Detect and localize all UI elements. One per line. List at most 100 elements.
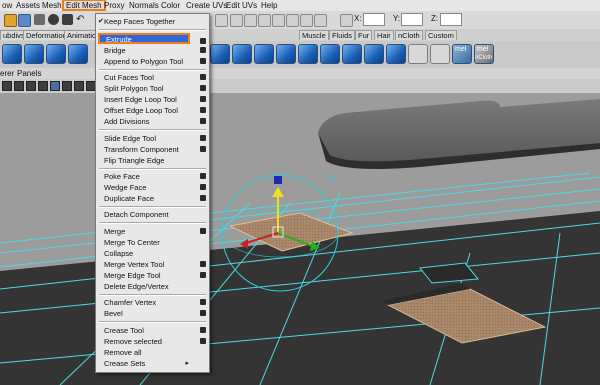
menu-item-slide-edge-tool[interactable]: Slide Edge Tool (96, 133, 209, 144)
merge-icon[interactable] (386, 44, 406, 64)
mel-script-icon[interactable]: mel (452, 44, 472, 64)
checker-icon[interactable] (408, 44, 428, 64)
menu-item-merge[interactable]: Merge (96, 226, 209, 237)
tab-deformation[interactable]: Deformation (23, 30, 70, 40)
input-mode-icon[interactable] (340, 14, 353, 27)
insert-edge-loop-icon[interactable] (364, 44, 384, 64)
menu-help[interactable]: Help (261, 0, 277, 11)
combine-icon[interactable] (210, 44, 230, 64)
option-box-icon[interactable] (200, 195, 206, 201)
option-box-icon[interactable] (200, 146, 206, 152)
separate-icon[interactable] (232, 44, 252, 64)
menu-item-crease-sets[interactable]: Crease Sets ▸ (96, 358, 209, 369)
option-box-icon[interactable] (200, 327, 206, 333)
menu-panels[interactable]: Panels (17, 68, 41, 79)
tab-animation[interactable]: Animatio (64, 30, 100, 40)
tab-fur[interactable]: Fur (355, 30, 373, 40)
menu-item-delete-edge-vertex[interactable]: Delete Edge/Vertex (96, 281, 209, 292)
snap-grid-icon[interactable] (215, 14, 228, 27)
render-settings-icon[interactable] (314, 14, 327, 27)
3d-viewport[interactable] (0, 93, 600, 385)
menu-item-merge-to-center[interactable]: Merge To Center (96, 237, 209, 248)
bevel-icon[interactable] (298, 44, 318, 64)
menu-item-offset-edge-loop-tool[interactable]: Offset Edge Loop Tool (96, 105, 209, 116)
ipr-icon[interactable] (300, 14, 313, 27)
option-box-icon[interactable] (200, 228, 206, 234)
menu-item-remove-all[interactable]: Remove all (96, 347, 209, 358)
render-icon[interactable] (286, 14, 299, 27)
z-coordinate-input[interactable] (440, 13, 462, 26)
menu-renderer[interactable]: erer (0, 68, 14, 79)
menu-item-remove-selected[interactable]: Remove selected (96, 336, 209, 347)
menu-normals[interactable]: Normals (129, 0, 159, 11)
snap-point-icon[interactable] (244, 14, 257, 27)
undo-icon[interactable]: ↶ (76, 14, 87, 25)
extrude-option-box-icon[interactable] (200, 38, 206, 44)
smooth-shade-icon[interactable] (14, 81, 24, 91)
menu-item-append-to-polygon-tool[interactable]: Append to Polygon Tool (96, 56, 209, 67)
option-box-icon[interactable] (200, 299, 206, 305)
menu-proxy[interactable]: Proxy (104, 0, 124, 11)
menu-assets[interactable]: Assets (16, 0, 40, 11)
menu-mesh[interactable]: Mesh (42, 0, 62, 11)
smooth-icon[interactable] (254, 44, 274, 64)
tab-muscle[interactable]: Muscle (299, 30, 329, 40)
option-box-icon[interactable] (200, 261, 206, 267)
menu-item-poke-face[interactable]: Poke Face (96, 171, 209, 182)
menu-edit-uvs[interactable]: Edit UVs (226, 0, 257, 11)
menu-item-transform-component[interactable]: Transform Component (96, 144, 209, 155)
tab-custom[interactable]: Custom (425, 30, 457, 40)
component-mode-icon[interactable] (62, 14, 73, 25)
option-box-icon[interactable] (200, 96, 206, 102)
menu-item-collapse[interactable]: Collapse (96, 248, 209, 259)
poly-plane-icon[interactable] (68, 44, 88, 64)
object-mode-icon[interactable] (48, 14, 59, 25)
menu-item-detach-component[interactable]: Detach Component (96, 209, 209, 220)
option-box-icon[interactable] (200, 184, 206, 190)
menu-item-keep-faces-together[interactable]: ✔ Keep Faces Together (96, 16, 209, 27)
option-box-icon[interactable] (200, 85, 206, 91)
option-box-icon[interactable] (200, 74, 206, 80)
ncloth-script-icon[interactable]: mel nCloth (474, 44, 494, 64)
extrude-face-icon[interactable] (276, 44, 296, 64)
menu-item-add-divisions[interactable]: Add Divisions (96, 116, 209, 127)
split-polygon-icon[interactable] (342, 44, 362, 64)
tab-hair[interactable]: Hair (374, 30, 394, 40)
menu-item-merge-edge-tool[interactable]: Merge Edge Tool (96, 270, 209, 281)
bridge-icon[interactable] (320, 44, 340, 64)
isolate-icon[interactable] (74, 81, 84, 91)
menu-item-chamfer-vertex[interactable]: Chamfer Vertex (96, 297, 209, 308)
menu-item-extrude[interactable]: Extrude (98, 33, 190, 44)
poly-cylinder-icon[interactable] (46, 44, 66, 64)
menu-item-cut-faces-tool[interactable]: Cut Faces Tool (96, 72, 209, 83)
textured-icon[interactable] (26, 81, 36, 91)
shaded-cube-icon[interactable] (50, 81, 60, 91)
history-icon[interactable] (272, 14, 285, 27)
menu-color[interactable]: Color (161, 0, 180, 11)
lighting-icon[interactable] (38, 81, 48, 91)
menu-window[interactable]: ow (2, 0, 12, 11)
save-icon[interactable] (18, 14, 31, 27)
y-coordinate-input[interactable] (401, 13, 423, 26)
xray-icon[interactable] (62, 81, 72, 91)
menu-item-split-polygon-tool[interactable]: Split Polygon Tool (96, 83, 209, 94)
tab-fluids[interactable]: Fluids (329, 30, 356, 40)
checker-uv-icon[interactable] (430, 44, 450, 64)
menu-item-duplicate-face[interactable]: Duplicate Face (96, 193, 209, 204)
x-coordinate-input[interactable] (363, 13, 385, 26)
menu-item-bevel[interactable]: Bevel (96, 308, 209, 319)
menu-item-merge-vertex-tool[interactable]: Merge Vertex Tool (96, 259, 209, 270)
option-box-icon[interactable] (200, 47, 206, 53)
wireframe-icon[interactable] (2, 81, 12, 91)
option-box-icon[interactable] (200, 338, 206, 344)
option-box-icon[interactable] (200, 272, 206, 278)
menu-edit-mesh[interactable]: Edit Mesh (62, 0, 106, 11)
menu-item-flip-triangle-edge[interactable]: Flip Triangle Edge (96, 155, 209, 166)
tab-ncloth[interactable]: nCloth (395, 30, 423, 40)
menu-item-crease-tool[interactable]: Crease Tool (96, 325, 209, 336)
option-box-icon[interactable] (200, 118, 206, 124)
poly-cube-icon[interactable] (2, 44, 22, 64)
folder-icon[interactable] (4, 14, 17, 27)
menu-item-bridge[interactable]: Bridge (96, 45, 209, 56)
snap-curve-icon[interactable] (230, 14, 243, 27)
